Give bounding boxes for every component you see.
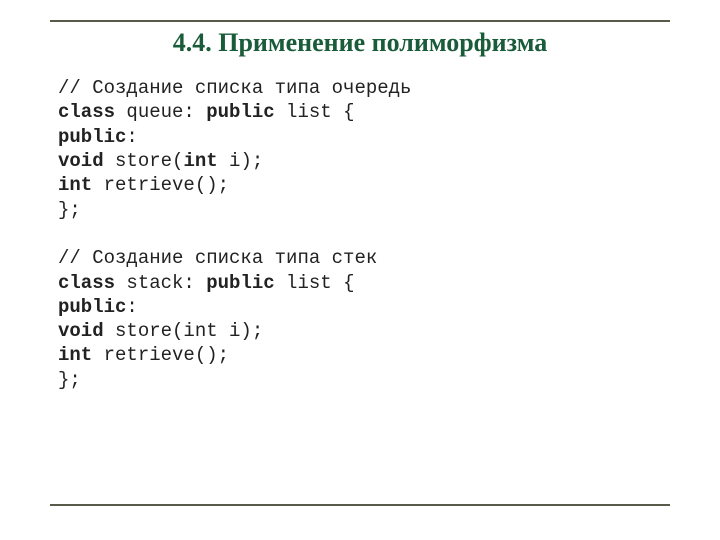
keyword-public: public — [58, 126, 126, 148]
keyword-int: int — [183, 150, 217, 172]
keyword-public: public — [206, 272, 274, 294]
keyword-public: public — [206, 101, 274, 123]
code-text: }; — [58, 369, 81, 391]
slide: 4.4. Применение полиморфизма // Создание… — [0, 0, 720, 540]
code-text: list { — [275, 272, 355, 294]
code-text: retrieve(); — [92, 344, 229, 366]
code-text: store(int i); — [104, 320, 264, 342]
code-text: queue: — [115, 101, 206, 123]
code-text: : — [126, 296, 137, 318]
code-block: // Создание списка типа очередь class qu… — [58, 76, 670, 392]
comment-line: // Создание списка типа стек — [58, 247, 377, 269]
keyword-class: class — [58, 272, 115, 294]
keyword-void: void — [58, 150, 104, 172]
keyword-class: class — [58, 101, 115, 123]
code-text: retrieve(); — [92, 174, 229, 196]
code-text: stack: — [115, 272, 206, 294]
keyword-void: void — [58, 320, 104, 342]
code-text: list { — [275, 101, 355, 123]
top-rule — [50, 20, 670, 22]
code-text: i); — [218, 150, 264, 172]
keyword-int: int — [58, 174, 92, 196]
code-text: : — [126, 126, 137, 148]
code-text: store( — [104, 150, 184, 172]
slide-title: 4.4. Применение полиморфизма — [50, 28, 670, 58]
keyword-int: int — [58, 344, 92, 366]
code-text: }; — [58, 199, 81, 221]
comment-line: // Создание списка типа очередь — [58, 77, 411, 99]
bottom-rule — [50, 504, 670, 506]
keyword-public: public — [58, 296, 126, 318]
